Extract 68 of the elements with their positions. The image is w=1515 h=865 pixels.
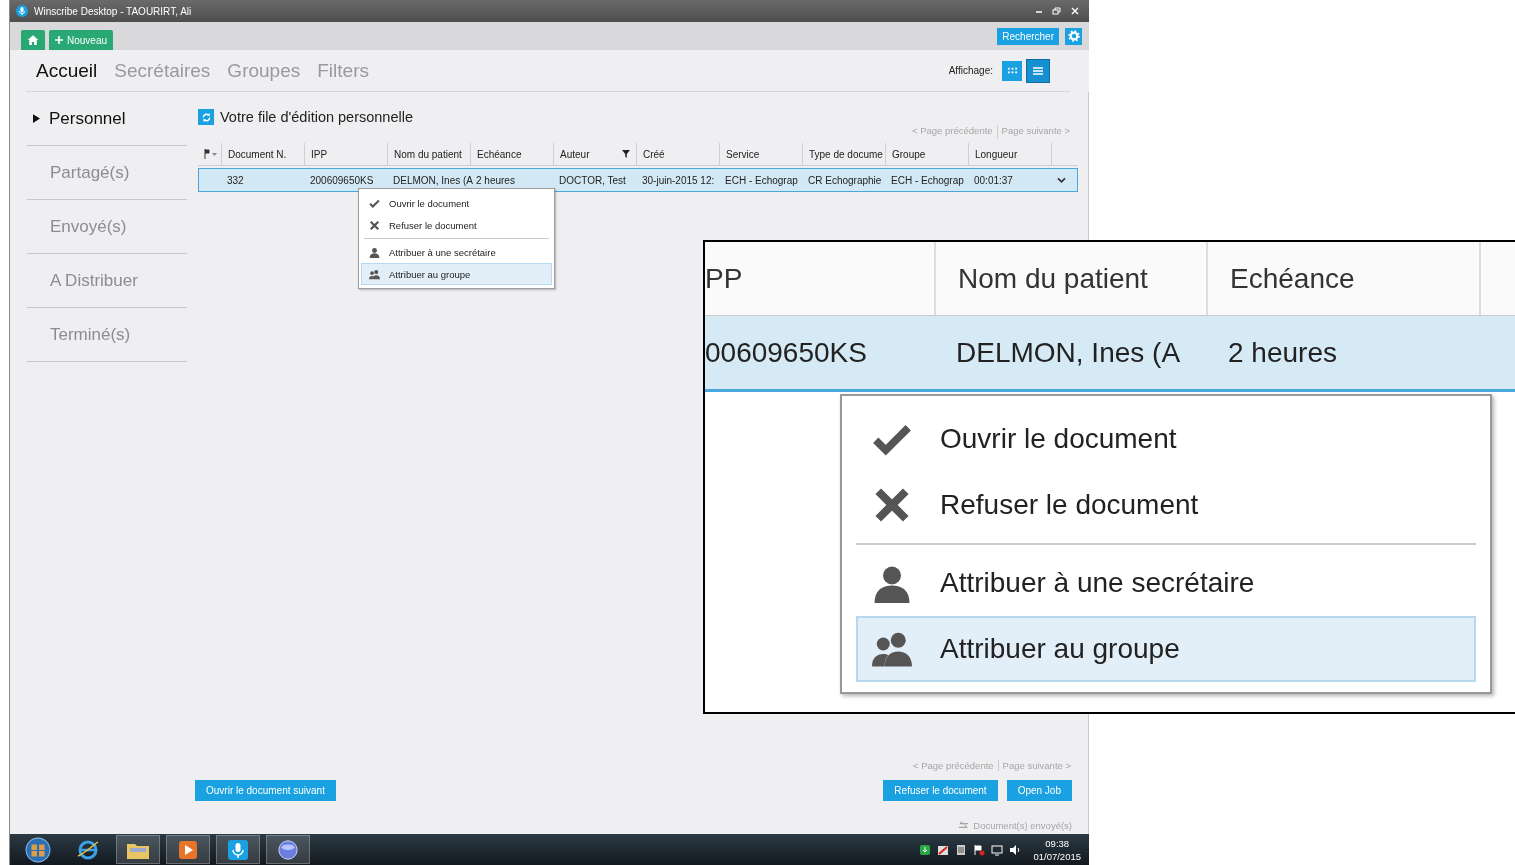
column-header[interactable]: Auteur (554, 143, 637, 166)
column-header[interactable]: Document N. (222, 143, 305, 166)
list-icon (1032, 64, 1044, 77)
person-icon (369, 246, 380, 258)
table-cell-text: ECH - Echograp (890, 173, 965, 188)
table-cell-text: 00:01:37 (973, 173, 1014, 188)
folder-icon[interactable] (116, 835, 160, 864)
table-cell-text: DELMON, Ines (A (955, 335, 1182, 370)
column-header[interactable]: Service (720, 143, 803, 166)
grid-view-button[interactable] (1002, 60, 1022, 81)
display-label: Affichage: (948, 65, 993, 76)
settings-button[interactable] (1065, 27, 1082, 45)
queue-title: Votre file d'édition personnelle (220, 109, 413, 125)
sync-icon (958, 821, 970, 830)
sidebar-item[interactable]: Personnel (27, 92, 187, 146)
table-cell-text: DELMON, Ines (A (392, 173, 472, 188)
menu-item[interactable]: Ouvrir le document (856, 406, 1476, 472)
plus-icon (55, 36, 63, 44)
flag-icon[interactable] (973, 843, 986, 856)
column-header[interactable]: Type de docume (803, 143, 886, 166)
clock-date[interactable]: 01/07/2015 (1033, 849, 1081, 863)
tray-icon[interactable] (955, 843, 968, 856)
chevron-down-icon[interactable] (1057, 176, 1066, 184)
table-cell-text: 332 (226, 173, 245, 188)
window-title: Winscribe Desktop - TAOURIRT, Ali (34, 5, 193, 17)
nav-tab[interactable]: Accueil (36, 59, 98, 82)
table-row[interactable]: 332 200609650KS DELMON, Ines (A 2 heures DOCTOR, Test 30-juin-2015 12: ECH - Echograp CR Echographie ECH - Echograp 00:01:37 (198, 168, 1078, 192)
column-header[interactable]: Longueur (969, 143, 1052, 166)
menu-item[interactable]: Refuser le document (856, 472, 1476, 538)
flag-sort-icon[interactable] (204, 149, 218, 159)
microphone-icon[interactable] (216, 835, 260, 864)
table-cell-text: 30-juin-2015 12: (641, 173, 716, 188)
cross-icon (369, 219, 380, 231)
table-cell-text: 200609650KS (309, 173, 375, 188)
status-text: Document(s) envoyé(s) (973, 820, 1072, 831)
filter-icon[interactable] (622, 150, 630, 158)
media-player-icon[interactable] (166, 835, 210, 864)
column-header[interactable]: Groupe (886, 143, 969, 166)
home-button[interactable] (21, 30, 45, 50)
table-cell-text: 00609650KS (705, 335, 868, 370)
menu-item[interactable]: Attribuer au groupe (856, 616, 1476, 682)
check-icon (369, 197, 380, 209)
table-cell-text: 2 heures (475, 173, 516, 188)
column-header[interactable]: Nom du patient (388, 143, 471, 166)
list-view-button[interactable] (1027, 59, 1049, 82)
menu-item[interactable]: Refuser le document (361, 214, 552, 236)
home-icon (27, 34, 39, 46)
menu-item[interactable]: Attribuer à une secrétaire (856, 550, 1476, 616)
tray-icon[interactable] (919, 843, 932, 856)
speaker-icon[interactable] (1009, 843, 1022, 856)
menu-item[interactable]: Ouvrir le document (361, 192, 552, 214)
table-cell-text: CR Echographie (807, 173, 883, 188)
column-header[interactable]: Créé (637, 143, 720, 166)
menu-item[interactable]: Attribuer à une secrétaire (361, 241, 552, 263)
menu-item[interactable]: Attribuer au groupe (361, 263, 552, 285)
grid-icon (1006, 65, 1018, 76)
tray-icon[interactable] (937, 843, 950, 856)
column-header[interactable]: Echéance (471, 143, 554, 166)
caret-right-icon (33, 114, 40, 123)
table-cell-text: ECH - Echograp (724, 173, 799, 188)
clock-time[interactable]: 09:38 (1033, 836, 1081, 850)
people-icon (369, 268, 380, 280)
table-cell-text: DOCTOR, Test (558, 173, 627, 188)
table-cell-text: 2 heures (1227, 335, 1338, 370)
network-icon[interactable] (991, 843, 1004, 856)
refresh-icon[interactable] (198, 109, 214, 125)
column-header[interactable]: IPP (305, 143, 388, 166)
microphone-icon (16, 5, 28, 17)
